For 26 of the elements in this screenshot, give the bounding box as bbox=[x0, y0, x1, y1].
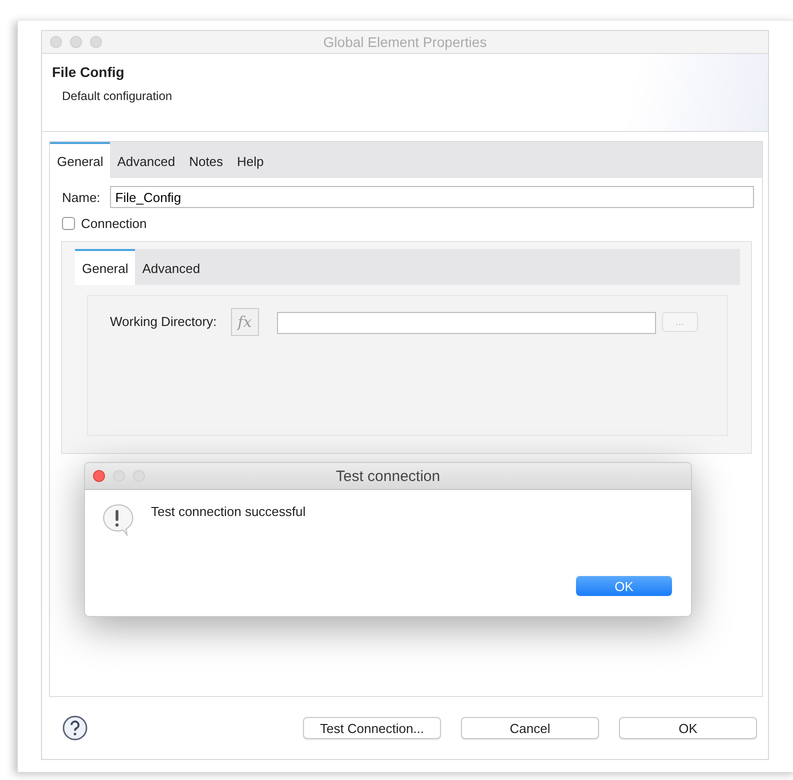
tab[interactable]: Advanced bbox=[135, 249, 208, 285]
tab[interactable]: Notes bbox=[182, 142, 230, 178]
tab[interactable]: Help bbox=[230, 142, 271, 178]
window-title: Global Element Properties bbox=[322, 34, 488, 50]
name-label: Name: bbox=[62, 190, 100, 204]
tab[interactable]: General bbox=[50, 142, 110, 178]
name-field[interactable]: File_Config bbox=[110, 186, 754, 208]
alert-message: Test connection successful bbox=[151, 504, 306, 519]
connection-checkbox[interactable] bbox=[62, 217, 75, 230]
header-title: File Config bbox=[52, 64, 126, 80]
dialog-button[interactable]: Test Connection... bbox=[303, 717, 441, 739]
minimize-button[interactable] bbox=[70, 36, 82, 48]
working-directory-field[interactable] bbox=[276, 312, 656, 334]
connection-label: Connection bbox=[81, 216, 147, 231]
alert-title: Test connection bbox=[334, 468, 442, 484]
zoom-button[interactable] bbox=[90, 36, 102, 48]
dialog-button[interactable]: Cancel bbox=[461, 717, 599, 739]
working-directory-label: Working Directory: bbox=[110, 314, 217, 329]
minimize-button[interactable] bbox=[113, 470, 125, 482]
help-icon[interactable] bbox=[62, 715, 88, 741]
close-button[interactable] bbox=[93, 470, 105, 482]
tab[interactable]: General bbox=[75, 249, 136, 285]
header-subtitle: Default configuration bbox=[62, 89, 174, 103]
zoom-button[interactable] bbox=[133, 470, 145, 482]
tab[interactable]: Advanced bbox=[110, 142, 182, 178]
dialog-button[interactable]: OK bbox=[619, 717, 757, 739]
